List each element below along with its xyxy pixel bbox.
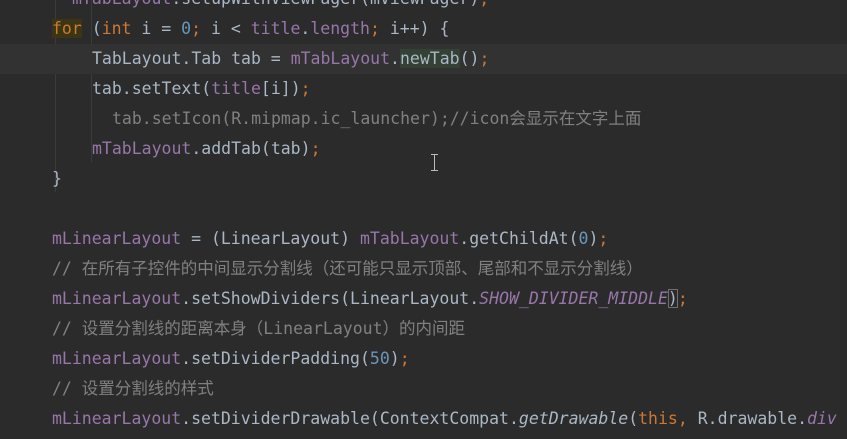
code-line-current[interactable]: TabLayout.Tab tab = mTabLayout.newTab(); [0, 44, 847, 74]
code-token: tab.setText( [92, 79, 212, 98]
code-text: mLinearLayout = (LinearLayout) mTabLayou… [52, 224, 608, 254]
code-token: .setDividerDrawable(ContextCompat. [181, 409, 519, 428]
code-token: // 设置分割线的距离本身（LinearLayout）的内间距 [52, 319, 466, 338]
code-token: length [310, 19, 370, 38]
code-token: ; [300, 79, 311, 98]
code-token: mLinearLayout [52, 229, 182, 248]
code-token: ; [598, 229, 609, 248]
code-token: tab.setIcon(R.mipmap.ic_launcher);//icon… [112, 109, 642, 128]
code-token: int [101, 19, 132, 38]
code-token: i < [210, 19, 251, 38]
code-token: getDrawable [518, 409, 629, 428]
code-editor[interactable]: mTabLayout.setupWithViewPager(mViewPager… [0, 0, 847, 439]
code-token: .setupWithViewPager(mViewPager) [171, 0, 479, 8]
code-line-closebrace[interactable]: } [0, 164, 847, 194]
code-token: div [807, 409, 837, 428]
code-token: ) [667, 289, 678, 308]
code-token: mTabLayout [290, 49, 391, 68]
code-line-comment1[interactable]: // 在所有子控件的中间显示分割线（还可能只显示顶部、尾部和不显示分割线） [0, 254, 847, 284]
code-text: for (int i = 0; i < title.length; i++) { [52, 14, 449, 44]
code-token: // 设置分割线的样式 [52, 379, 214, 398]
code-token: 0 [181, 19, 192, 38]
code-token: newTab [399, 49, 460, 68]
code-token: .getChildAt( [459, 229, 579, 248]
code-line-for[interactable]: for (int i = 0; i < title.length; i++) { [0, 14, 847, 44]
code-token: . [300, 19, 311, 38]
code-text: mLinearLayout.setDividerDrawable(Context… [52, 404, 837, 434]
code-line-blank[interactable] [0, 194, 847, 224]
code-token: ; [399, 349, 410, 368]
code-token: ) [588, 229, 599, 248]
code-token: 50 [369, 349, 390, 368]
code-text: // 设置分割线的样式 [52, 374, 214, 404]
code-token: title [211, 79, 261, 98]
code-text: mLinearLayout.setShowDividers(LinearLayo… [52, 284, 688, 314]
code-token: mTabLayout [359, 229, 460, 248]
code-token: ; [191, 19, 211, 38]
code-token: [i]) [260, 79, 301, 98]
code-line-dividerdrawable[interactable]: mLinearLayout.setDividerDrawable(Context… [0, 404, 847, 434]
code-line-setup[interactable]: mTabLayout.setupWithViewPager(mViewPager… [0, 0, 847, 14]
code-token: this, [638, 409, 688, 428]
code-text: mTabLayout.setupWithViewPager(mViewPager… [72, 0, 489, 14]
code-token: ; [479, 0, 489, 8]
code-token: ; [677, 289, 688, 308]
code-token: ; [369, 19, 390, 38]
code-text: mLinearLayout.setDividerPadding(50); [52, 344, 410, 374]
code-text: mTabLayout.addTab(tab); [92, 134, 321, 164]
code-token: () [459, 49, 480, 68]
code-token: mTabLayout [72, 0, 171, 8]
code-token: . [390, 49, 400, 68]
code-token: = (LinearLayout) [181, 229, 360, 248]
code-text: // 在所有子控件的中间显示分割线（还可能只显示顶部、尾部和不显示分割线） [52, 254, 643, 284]
code-text: // 设置分割线的距离本身（LinearLayout）的内间距 [52, 314, 465, 344]
code-token: mLinearLayout [52, 289, 182, 308]
code-line-seticon[interactable]: tab.setIcon(R.mipmap.ic_launcher);//icon… [0, 104, 847, 134]
code-token: TabLayout.Tab tab = [92, 49, 291, 68]
code-token: ; [310, 139, 321, 158]
code-token: mTabLayout [92, 139, 192, 158]
code-text: tab.setIcon(R.mipmap.ic_launcher);//icon… [112, 104, 641, 134]
code-token: for [52, 19, 82, 38]
code-token: .setShowDividers(LinearLayout. [181, 289, 480, 308]
code-token: i = [131, 19, 182, 38]
code-token: // 在所有子控件的中间显示分割线（还可能只显示顶部、尾部和不显示分割线） [52, 259, 643, 278]
code-token: mLinearLayout [52, 409, 182, 428]
code-line-settext[interactable]: tab.setText(title[i]); [0, 74, 847, 104]
code-text: tab.setText(title[i]); [92, 74, 311, 104]
code-token: 0 [578, 229, 589, 248]
code-token: } [52, 169, 62, 188]
code-token: mLinearLayout [52, 349, 182, 368]
code-token: i++) { [389, 19, 450, 38]
code-line-comment3[interactable]: // 设置分割线的样式 [0, 374, 847, 404]
code-token: .setDividerPadding( [181, 349, 370, 368]
code-token: title [250, 19, 301, 38]
code-line-comment2[interactable]: // 设置分割线的距离本身（LinearLayout）的内间距 [0, 314, 847, 344]
code-token: ; [479, 49, 490, 68]
code-line-showdividers[interactable]: mLinearLayout.setShowDividers(LinearLayo… [0, 284, 847, 314]
code-text: } [52, 164, 62, 194]
code-token: R.drawable. [687, 409, 808, 428]
code-text: TabLayout.Tab tab = mTabLayout.newTab(); [92, 44, 489, 74]
code-token: .addTab(tab) [191, 139, 311, 158]
code-token: ( [81, 19, 102, 38]
text-cursor-icon [431, 154, 442, 171]
code-line-addtab[interactable]: mTabLayout.addTab(tab); [0, 134, 847, 164]
code-line-dividerpadding[interactable]: mLinearLayout.setDividerPadding(50); [0, 344, 847, 374]
code-token: SHOW_DIVIDER_MIDDLE [479, 289, 668, 308]
code-token: ) [389, 349, 400, 368]
code-line-getchild[interactable]: mLinearLayout = (LinearLayout) mTabLayou… [0, 224, 847, 254]
code-token: ( [628, 409, 639, 428]
